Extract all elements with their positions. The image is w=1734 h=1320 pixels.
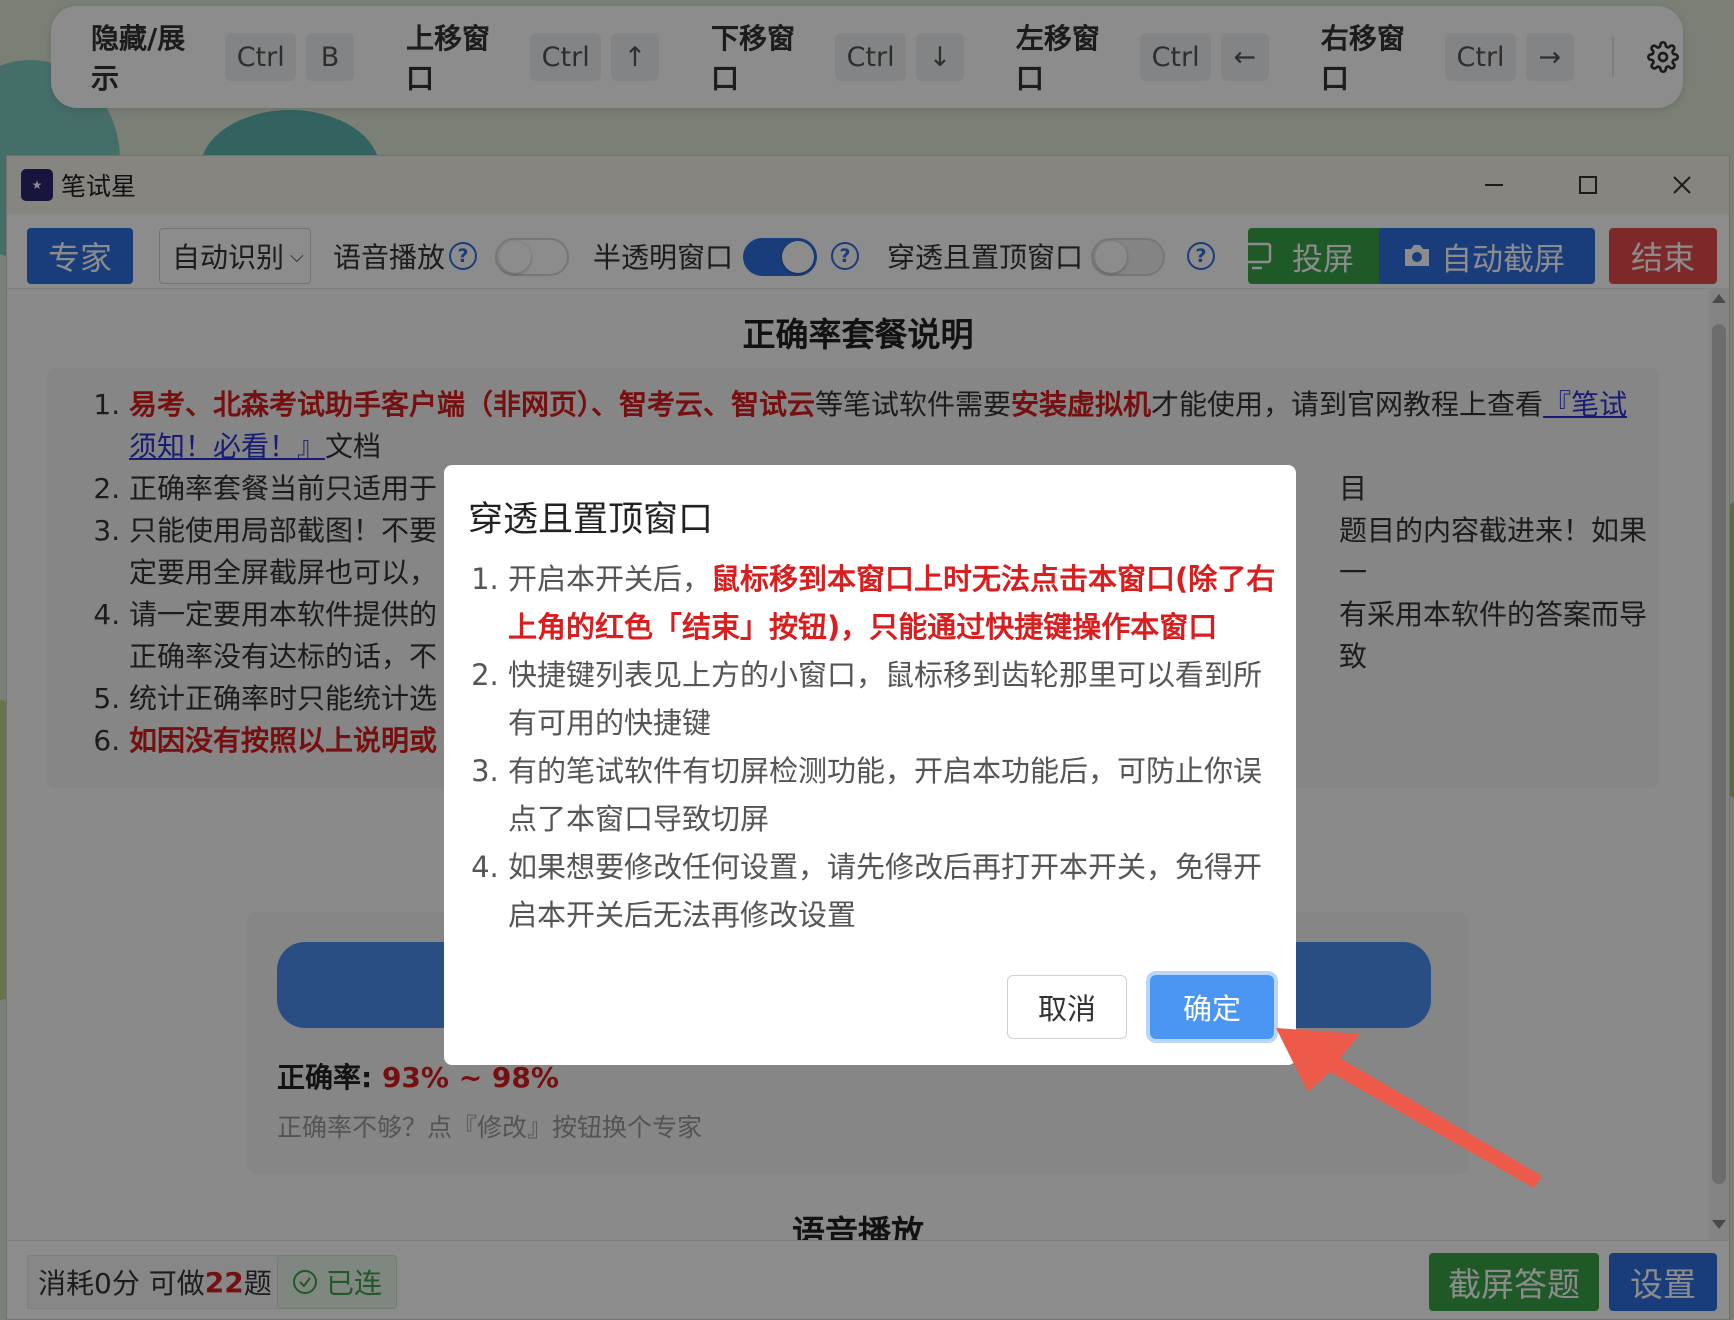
arrow-icon <box>1276 1028 1542 1188</box>
annotation-arrow <box>1276 1028 1542 1188</box>
